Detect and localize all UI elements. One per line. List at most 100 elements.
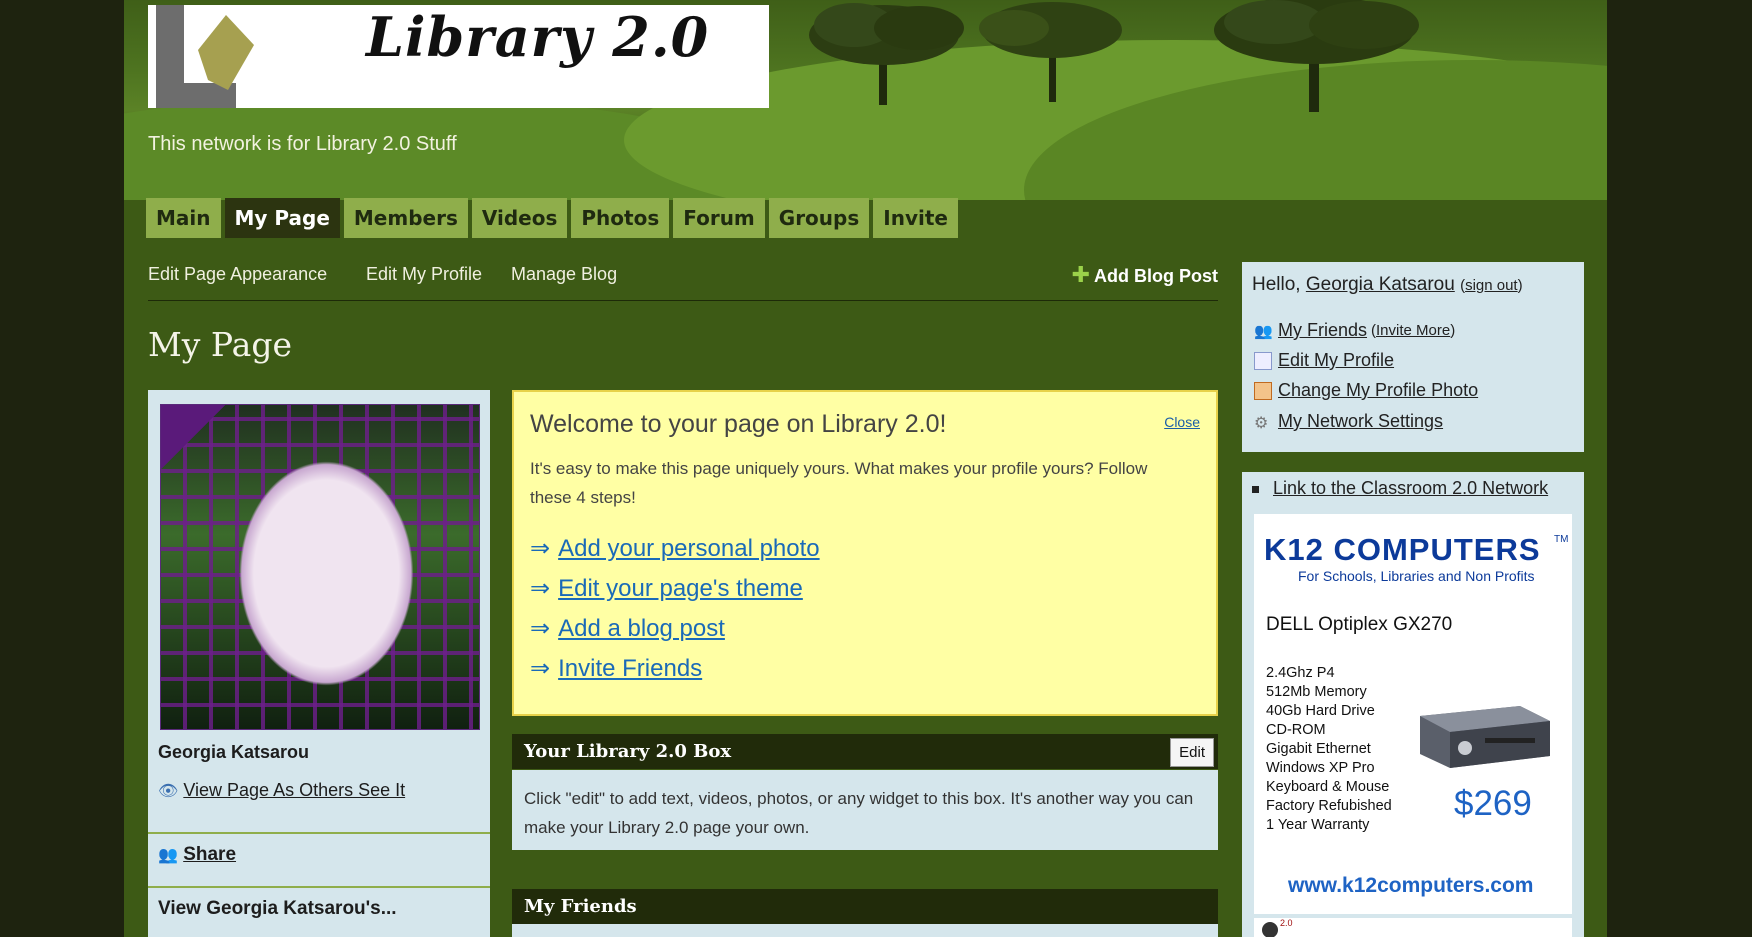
network-badge-widget[interactable]: 2.0 bbox=[1254, 918, 1572, 937]
library-box-header: Your Library 2.0 Box Edit bbox=[512, 734, 1218, 769]
logo-mark-icon bbox=[156, 5, 254, 108]
tab-videos[interactable]: Videos bbox=[471, 198, 568, 238]
invite-friends-link[interactable]: ⇒ Invite Friends bbox=[530, 654, 702, 683]
profile-photo[interactable] bbox=[160, 404, 480, 730]
friends-box-body bbox=[512, 924, 1218, 937]
ad-tagline: For Schools, Libraries and Non Profits bbox=[1298, 568, 1535, 584]
add-blog-post-button[interactable]: ✚ Add Blog Post bbox=[1072, 262, 1218, 288]
step-label: Add your personal photo bbox=[558, 535, 820, 562]
ad-url: www.k12computers.com bbox=[1288, 874, 1534, 897]
badge-label: 2.0 bbox=[1280, 918, 1293, 928]
my-friends-label: My Friends bbox=[1278, 320, 1368, 340]
divider bbox=[148, 832, 490, 834]
share-link[interactable]: 👥 Share bbox=[158, 844, 236, 866]
welcome-close-link[interactable]: Close bbox=[1164, 414, 1200, 430]
eye-icon: 👁 bbox=[158, 783, 179, 800]
view-page-as-others-label: View Page As Others See It bbox=[183, 780, 406, 800]
invite-more-link: Invite More bbox=[1376, 322, 1451, 339]
share-label: Share bbox=[183, 844, 237, 865]
add-blog-post-link[interactable]: ⇒ Add a blog post bbox=[530, 614, 725, 643]
friends-box-title: My Friends bbox=[524, 896, 637, 917]
hello-label: Hello, bbox=[1252, 274, 1301, 295]
badge-icon bbox=[1262, 922, 1278, 937]
ad-brand: K12 COMPUTERS bbox=[1264, 532, 1541, 567]
greeting: Hello, Georgia Katsarou (sign out) bbox=[1252, 274, 1523, 296]
sign-out-link[interactable]: sign out bbox=[1465, 277, 1518, 294]
divider bbox=[148, 886, 490, 888]
edit-button[interactable]: Edit bbox=[1170, 738, 1214, 767]
invite-more-wrap[interactable]: (Invite More) bbox=[1371, 322, 1455, 339]
site-title: Library 2.0 bbox=[366, 5, 710, 69]
site-logo[interactable]: Library 2.0 bbox=[148, 5, 769, 108]
sub-nav: Edit Page Appearance Edit My Profile Man… bbox=[148, 262, 1218, 301]
step-label: Invite Friends bbox=[558, 655, 703, 682]
tab-my-page[interactable]: My Page bbox=[224, 198, 340, 238]
ad-spec: 512Mb Memory bbox=[1266, 684, 1367, 700]
tree-illustration bbox=[1214, 0, 1419, 112]
ad-spec: 1 Year Warranty bbox=[1266, 817, 1370, 833]
tab-invite[interactable]: Invite bbox=[873, 198, 958, 238]
ad-trademark: TM bbox=[1554, 534, 1569, 545]
ad-spec: 2.4Ghz P4 bbox=[1266, 665, 1335, 681]
edit-page-appearance-link[interactable]: Edit Page Appearance bbox=[148, 264, 327, 285]
welcome-title: Welcome to your page on Library 2.0! bbox=[530, 410, 947, 438]
tab-main[interactable]: Main bbox=[146, 198, 221, 238]
ad-spec: Gigabit Ethernet bbox=[1266, 741, 1371, 757]
friends-box-header: My Friends bbox=[512, 889, 1218, 924]
arrow-right-icon: ⇒ bbox=[530, 655, 551, 682]
change-photo-label: Change My Profile Photo bbox=[1278, 380, 1479, 400]
welcome-box: Welcome to your page on Library 2.0! Clo… bbox=[512, 390, 1218, 716]
add-personal-photo-link[interactable]: ⇒ Add your personal photo bbox=[530, 534, 820, 563]
plus-icon: ✚ bbox=[1071, 262, 1090, 287]
profile-panel: Georgia Katsarou 👁 View Page As Others S… bbox=[148, 390, 490, 937]
classroom-network-link[interactable]: Link to the Classroom 2.0 Network bbox=[1252, 478, 1548, 499]
change-profile-photo-link[interactable]: Change My Profile Photo bbox=[1254, 380, 1478, 401]
gear-icon: ⚙ bbox=[1254, 414, 1269, 432]
share-icon: 👥 bbox=[158, 847, 178, 864]
view-page-as-others-link[interactable]: 👁 View Page As Others See It bbox=[158, 780, 405, 801]
user-name-link[interactable]: Georgia Katsarou bbox=[1306, 274, 1455, 295]
network-settings-link[interactable]: ⚙ My Network Settings bbox=[1254, 411, 1443, 432]
sign-out-close: ) bbox=[1517, 277, 1523, 294]
friends-icon: 👥 bbox=[1254, 322, 1273, 340]
manage-blog-link[interactable]: Manage Blog bbox=[511, 264, 617, 285]
page: Library 2.0 This network is for Library … bbox=[124, 0, 1607, 937]
header-banner: Library 2.0 This network is for Library … bbox=[124, 0, 1607, 200]
arrow-right-icon: ⇒ bbox=[530, 575, 551, 602]
sidebar-ad-box: Link to the Classroom 2.0 Network K12 CO… bbox=[1242, 472, 1584, 937]
tab-members[interactable]: Members bbox=[343, 198, 468, 238]
edit-my-profile-label: Edit My Profile bbox=[1278, 350, 1395, 370]
tab-groups[interactable]: Groups bbox=[768, 198, 870, 238]
profile-name: Georgia Katsarou bbox=[158, 742, 310, 762]
user-box: Hello, Georgia Katsarou (sign out) 👥 My … bbox=[1242, 262, 1584, 452]
site-tagline: This network is for Library 2.0 Stuff bbox=[148, 133, 457, 155]
view-more-heading: View Georgia Katsarou's... bbox=[158, 898, 397, 919]
my-friends-link[interactable]: 👥 My Friends (Invite More) bbox=[1254, 320, 1455, 341]
network-settings-label: My Network Settings bbox=[1278, 411, 1444, 431]
ad-model: DELL Optiplex GX270 bbox=[1266, 614, 1453, 635]
edit-my-profile-sidebar-link[interactable]: Edit My Profile bbox=[1254, 350, 1394, 371]
computer-icon bbox=[1420, 706, 1550, 768]
welcome-text: It's easy to make this page uniquely you… bbox=[530, 459, 1148, 507]
profile-card-icon bbox=[1254, 351, 1272, 370]
page-title: My Page bbox=[148, 325, 292, 364]
arrow-right-icon: ⇒ bbox=[530, 535, 551, 562]
ad-spec: Factory Refubished bbox=[1266, 798, 1392, 814]
tab-forum[interactable]: Forum bbox=[673, 198, 765, 238]
ad-spec: 40Gb Hard Drive bbox=[1266, 703, 1375, 719]
step-label: Add a blog post bbox=[558, 615, 725, 642]
step-label: Edit your page's theme bbox=[558, 575, 803, 602]
edit-page-theme-link[interactable]: ⇒ Edit your page's theme bbox=[530, 574, 803, 603]
bullet-icon bbox=[1252, 485, 1259, 493]
photo-icon bbox=[1254, 381, 1272, 400]
classroom-link-label: Link to the Classroom 2.0 Network bbox=[1273, 478, 1549, 498]
tab-photos[interactable]: Photos bbox=[571, 198, 670, 238]
edit-my-profile-link[interactable]: Edit My Profile bbox=[366, 264, 482, 285]
ad-price: $269 bbox=[1454, 784, 1532, 823]
ad-spec: CD-ROM bbox=[1266, 722, 1326, 738]
k12-advertisement[interactable]: K12 COMPUTERS TM For Schools, Libraries … bbox=[1254, 514, 1572, 914]
ad-specs: 2.4Ghz P4 512Mb Memory 40Gb Hard Drive C… bbox=[1266, 664, 1392, 835]
library-box-body: Click "edit" to add text, videos, photos… bbox=[512, 770, 1218, 850]
main-nav: Main My Page Members Videos Photos Forum… bbox=[146, 198, 958, 238]
arrow-right-icon: ⇒ bbox=[530, 615, 551, 642]
